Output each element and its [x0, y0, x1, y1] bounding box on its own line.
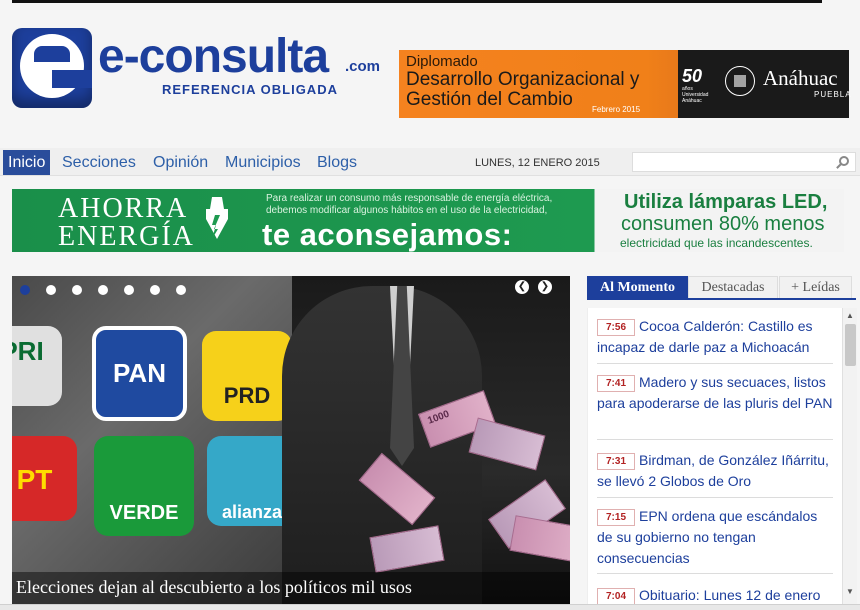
news-scrollbar[interactable]: ▲ ▼	[842, 308, 857, 610]
scroll-up-icon[interactable]: ▲	[846, 311, 854, 320]
university-seal-icon	[725, 66, 755, 96]
tab-destacadas[interactable]: Destacadas	[688, 276, 778, 298]
logo-dotcom: .com	[345, 58, 381, 75]
nav-item-opinion[interactable]: Opinión	[148, 150, 213, 175]
news-headline[interactable]: Obituario: Lunes 12 de enero	[639, 587, 820, 603]
news-item[interactable]: 7:56 Cocoa Calderón: Castillo es incapaz …	[597, 316, 833, 364]
news-item[interactable]: 7:41 Madero y sus secuaces, listos para a…	[597, 372, 833, 440]
slide-caption-text[interactable]: Elecciones dejan al descubierto a los po…	[16, 577, 412, 598]
logo-brand: e-consulta	[98, 30, 329, 83]
ad-diplomado-label: Diplomado	[406, 53, 478, 70]
news-list: 7:56 Cocoa Calderón: Castillo es incapaz …	[587, 308, 855, 610]
slider-dot[interactable]	[72, 285, 82, 295]
party-logo-prd: PRD	[202, 331, 292, 421]
ad-led-line2: consumen 80% menos	[621, 213, 825, 235]
search-box	[632, 152, 856, 172]
party-logo-verde: VERDE	[94, 436, 194, 536]
banner-ad-diplomado[interactable]: Diplomado Desarrollo Organizacional y Ge…	[399, 50, 852, 118]
ad-title-line1: Desarrollo Organizacional y	[406, 69, 640, 90]
party-logo-pan: PAN	[92, 326, 187, 421]
news-time: 7:04	[597, 588, 635, 605]
slider-dot[interactable]	[124, 285, 134, 295]
news-panel: Al Momento Destacadas + Leídas 7:56 Cocoa…	[587, 276, 860, 610]
top-bar	[12, 0, 822, 3]
slider-dot[interactable]	[46, 285, 56, 295]
news-time: 7:31	[597, 453, 635, 470]
banner-ad-ahorra-energia[interactable]: AHORRA ENERGÍA Para realizar un consumo …	[12, 189, 844, 252]
ad-led-line1: Utiliza lámparas LED,	[624, 191, 828, 213]
party-logos-background: PRI PAN PRD PT VERDE alianza	[12, 276, 297, 604]
ad-ahorra-text: AHORRA ENERGÍA	[58, 195, 195, 251]
news-time: 7:41	[597, 375, 635, 392]
featured-slider[interactable]: PRI PAN PRD PT VERDE alianza 1000	[12, 276, 570, 604]
ad-city: PUEBLA	[814, 90, 852, 99]
current-date: LUNES, 12 ENERO 2015	[475, 157, 600, 169]
nav-item-municipios[interactable]: Municipios	[220, 150, 306, 175]
ad-led-line3: electricidad que las incandescentes.	[620, 236, 813, 250]
ad-title-line2: Gestión del Cambio	[406, 89, 573, 110]
plug-icon	[206, 197, 228, 239]
nav-item-blogs[interactable]: Blogs	[312, 150, 362, 175]
site-logo[interactable]: e-consulta .com REFERENCIA OBLIGADA	[12, 28, 392, 110]
news-time: 7:56	[597, 319, 635, 336]
nav-item-secciones[interactable]: Secciones	[57, 150, 141, 175]
ad-anniversary: 50	[682, 66, 703, 86]
news-item[interactable]: 7:31 Birdman, de González Iñárritu, se ll…	[597, 450, 833, 498]
slider-prev-icon[interactable]: ❮	[515, 280, 529, 294]
search-icon[interactable]	[839, 156, 849, 166]
main-nav: Inicio Secciones Opinión Municipios Blog…	[0, 148, 860, 176]
slider-dot[interactable]	[98, 285, 108, 295]
ad-anniversary-sub: años Universidad Anáhuac	[682, 86, 709, 104]
slider-dot[interactable]	[176, 285, 186, 295]
ad-date: Febrero 2015	[592, 105, 641, 114]
news-item[interactable]: 7:15 EPN ordena que escándalos de su gobi…	[597, 506, 833, 574]
party-logo-pt: PT	[12, 436, 77, 521]
tab-mas-leidas[interactable]: + Leídas	[779, 276, 852, 298]
news-time: 7:15	[597, 509, 635, 526]
logo-e-icon	[12, 28, 92, 108]
ad-ahorra-line1: AHORRA	[58, 193, 189, 224]
bottom-bar	[0, 604, 860, 610]
ad-headline: te aconsejamos:	[262, 217, 513, 252]
ad-university: Anáhuac	[763, 66, 838, 90]
slide-caption[interactable]: Elecciones dejan al descubierto a los po…	[12, 572, 570, 604]
party-logo-pri: PRI	[12, 326, 62, 406]
ad-ahorra-line2: ENERGÍA	[58, 221, 195, 252]
scroll-thumb[interactable]	[845, 324, 856, 366]
slider-dot[interactable]	[150, 285, 160, 295]
scroll-down-icon[interactable]: ▼	[846, 587, 854, 596]
ad-body-text: Para realizar un consumo más responsable…	[266, 193, 553, 216]
slider-dot[interactable]	[20, 285, 30, 295]
slider-next-icon[interactable]: ❯	[538, 280, 552, 294]
nav-item-inicio[interactable]: Inicio	[3, 150, 51, 175]
tab-al-momento[interactable]: Al Momento	[587, 276, 688, 298]
search-input[interactable]	[633, 153, 833, 171]
news-tabs: Al Momento Destacadas + Leídas	[587, 276, 856, 300]
logo-tagline: REFERENCIA OBLIGADA	[162, 82, 338, 97]
